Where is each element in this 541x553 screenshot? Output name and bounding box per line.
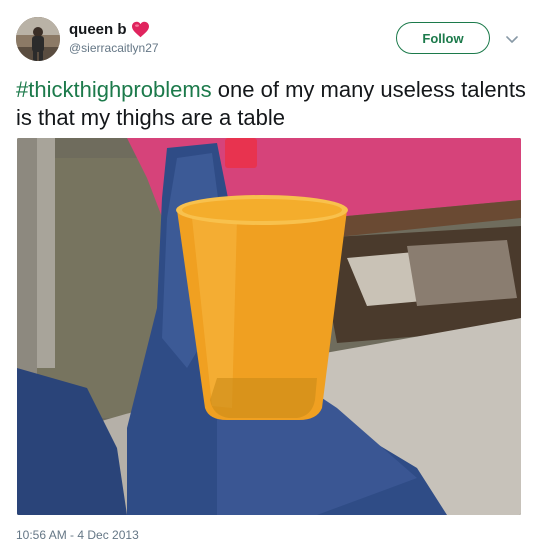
follow-button[interactable]: Follow: [396, 22, 490, 54]
tweet-text: #thickthighproblems one of my many usele…: [16, 76, 526, 132]
tweet-card: queen b @sierracaitlyn27 Follow #thickth…: [0, 0, 541, 553]
timestamp-link[interactable]: 10:56 AM - 4 Dec 2013: [16, 528, 139, 542]
display-name[interactable]: queen b: [69, 21, 127, 38]
avatar[interactable]: [16, 17, 60, 61]
hashtag-link[interactable]: #thickthighproblems: [16, 77, 212, 102]
user-name-row[interactable]: queen b: [69, 21, 150, 38]
tweet-photo[interactable]: [17, 138, 521, 515]
user-handle[interactable]: @sierracaitlyn27: [69, 41, 159, 55]
heart-icon: [131, 21, 150, 38]
chevron-down-icon[interactable]: [503, 30, 521, 48]
